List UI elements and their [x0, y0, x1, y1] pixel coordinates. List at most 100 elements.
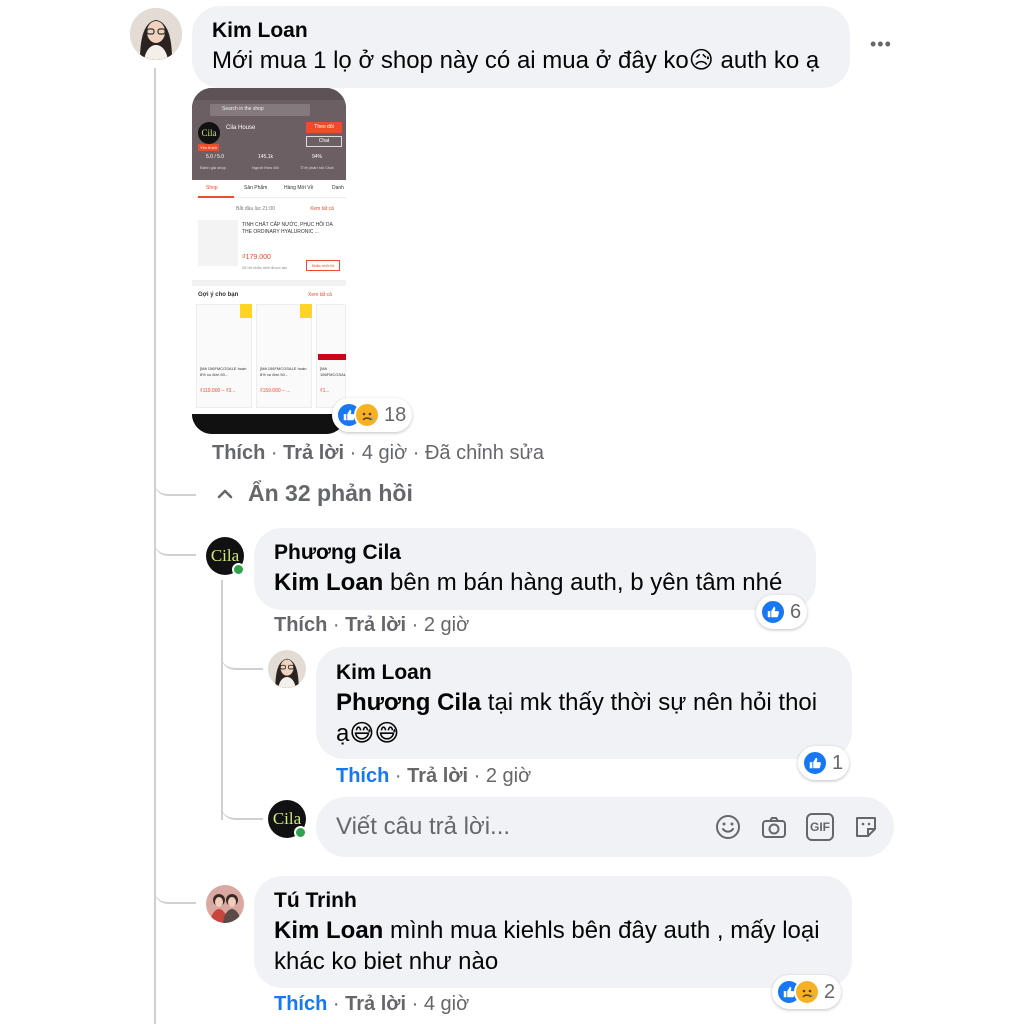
stat-followers: 145,1k	[258, 154, 274, 160]
top-comment-actions: Thích · Trả lời · 4 giờ · Đã chỉnh sửa	[212, 442, 544, 465]
thread-connector-reply3	[154, 870, 196, 904]
reply-3-reactions[interactable]: 2	[772, 975, 842, 1009]
attachment-image[interactable]: Search in the shop Cila Cila House Yêu t…	[192, 88, 346, 434]
thread-line-reply1	[221, 580, 223, 820]
suggest-title: Gợi ý cho bạn	[198, 292, 239, 298]
reply-input-box[interactable]: Viết câu trả lời... GIF	[316, 797, 894, 857]
thread-connector-hide	[154, 470, 196, 496]
stat-rating: 5.0 / 5.0	[206, 154, 225, 160]
see-all-suggest: Xem tất cả	[308, 292, 332, 298]
product-price: ₫179.000	[242, 254, 271, 261]
dot-separator: ·	[349, 442, 362, 464]
reply-3-actions: Thích · Trả lời · 4 giờ	[274, 993, 469, 1016]
stat-chat-rate: 94%	[312, 154, 323, 160]
reply-link[interactable]: Trả lời	[407, 765, 468, 787]
reply-text-2: Phương Cila tại mk thấy thời sự nên hỏi …	[336, 689, 818, 747]
favorite-badge: Yêu thích	[198, 144, 219, 151]
timestamp[interactable]: 4 giờ	[424, 993, 469, 1015]
stat-chat-label: Tỉ lệ phản hồi Chat	[300, 165, 334, 170]
hide-replies-button[interactable]: Ẩn 32 phản hồi	[214, 480, 413, 507]
sad-emoji: 😥	[688, 47, 714, 74]
reply-1-actions: Thích · Trả lời · 2 giờ	[274, 614, 469, 637]
dot-separator: ·	[270, 442, 284, 464]
hide-replies-label: Ẩn 32 phản hồi	[248, 480, 413, 506]
thread-connector-reply2	[221, 640, 263, 670]
like-link[interactable]: Thích	[274, 614, 327, 636]
thread-connector-input	[221, 790, 263, 820]
mention-link[interactable]: Phương Cila	[336, 689, 481, 716]
comment-author[interactable]: Kim Loan	[212, 19, 308, 43]
gif-icon[interactable]: GIF	[806, 813, 834, 841]
mention-link[interactable]: Kim Loan	[274, 569, 383, 596]
person-photo-icon	[268, 650, 306, 688]
section-divider	[192, 280, 346, 286]
product-name: TINH CHẤT CẤP NƯỚC, PHỤC HỒI DA THE ORDI…	[242, 222, 333, 235]
timestamp[interactable]: 4 giờ	[362, 442, 407, 464]
reaction-count: 1	[832, 751, 844, 774]
flash-start: Bắt đầu lúc 21:00	[236, 206, 275, 212]
like-link[interactable]: Thích	[212, 442, 265, 464]
status-bar	[192, 88, 346, 100]
dot-separator: ·	[394, 765, 408, 787]
comment-text: Mới mua 1 lọ ở shop này có ai mua ở đây …	[212, 47, 820, 74]
reaction-count: 18	[384, 403, 407, 426]
reply-author-3[interactable]: Tú Trinh	[274, 889, 357, 913]
reaction-count: 6	[790, 600, 802, 623]
like-link-active[interactable]: Thích	[336, 765, 389, 787]
reply-2-reactions[interactable]: 1	[798, 746, 850, 780]
reply-link[interactable]: Trả lời	[345, 993, 406, 1015]
mention-link[interactable]: Kim Loan	[274, 917, 383, 944]
online-status-icon	[294, 826, 307, 839]
dot-separator: ·	[411, 614, 424, 636]
like-reaction-icon	[802, 750, 828, 776]
person-photo-icon	[130, 8, 182, 60]
follow-button: Theo dõi	[306, 122, 342, 133]
edited-label: Đã chỉnh sửa	[424, 442, 544, 464]
reply-link[interactable]: Trả lời	[283, 442, 344, 464]
dot-separator: ·	[332, 993, 346, 1015]
tab-category: Danh	[332, 185, 344, 191]
avatar-kim-loan-small[interactable]	[268, 650, 306, 688]
chat-button: Chat	[306, 136, 342, 147]
like-link-active[interactable]: Thích	[274, 993, 327, 1015]
dot-separator: ·	[473, 765, 486, 787]
timestamp[interactable]: 2 giờ	[424, 614, 469, 636]
stat-rating-label: Đánh giá shop	[200, 165, 226, 170]
product-note: 26 lời nhắc nhở được tạo	[242, 265, 288, 270]
reply-link[interactable]: Trả lời	[345, 614, 406, 636]
thread-connector-reply1	[154, 520, 196, 556]
tab-shop: Shop	[206, 185, 218, 191]
like-reaction-icon	[760, 599, 786, 625]
reply-1-reactions[interactable]: 6	[756, 595, 808, 629]
reply-input-placeholder: Viết câu trả lời...	[336, 813, 511, 840]
reply-author-1[interactable]: Phương Cila	[274, 541, 401, 565]
stat-followers-label: Người theo dõi	[252, 165, 279, 170]
more-options-button[interactable]: •••	[870, 34, 892, 55]
avatar-kim-loan[interactable]	[130, 8, 182, 60]
top-comment-reactions[interactable]: 18	[332, 398, 413, 432]
grid-item-2-price: ₫159.000 – ...	[260, 388, 291, 394]
person-photo-icon	[206, 885, 244, 923]
grid-item-1-price: ₫119.000 – ₫3...	[200, 388, 236, 394]
avatar-tu-trinh[interactable]	[206, 885, 244, 923]
shop-name: Cila House	[226, 125, 256, 131]
phone-nav-bar	[192, 414, 346, 434]
grid-item-3-title: [Mã 156FMCGSALE hoàn 8% xu đơn 50...	[320, 366, 346, 377]
see-all-flash: Xem tất cả	[310, 206, 334, 212]
grid-item-2-title: [Mã 156FMCGSALE hoàn 8% xu đơn 50...	[260, 366, 307, 377]
tab-new: Hàng Mới Về	[284, 185, 314, 191]
grid-item-3-price: ₫1...	[320, 388, 330, 394]
product-thumb	[198, 220, 238, 266]
sticker-icon[interactable]	[852, 813, 880, 841]
dot-separator: ·	[412, 442, 425, 464]
reply-author-2[interactable]: Kim Loan	[336, 661, 432, 685]
reply-text-3: Kim Loan mình mua kiehls bên đây auth , …	[274, 917, 820, 975]
timestamp[interactable]: 2 giờ	[486, 765, 531, 787]
shop-logo: Cila	[198, 122, 220, 144]
online-status-icon	[232, 563, 245, 576]
sad-reaction-icon	[354, 402, 380, 428]
camera-icon[interactable]	[760, 813, 788, 841]
reaction-count: 2	[824, 980, 836, 1003]
emoji-icon[interactable]	[714, 813, 742, 841]
dot-separator: ·	[411, 993, 424, 1015]
